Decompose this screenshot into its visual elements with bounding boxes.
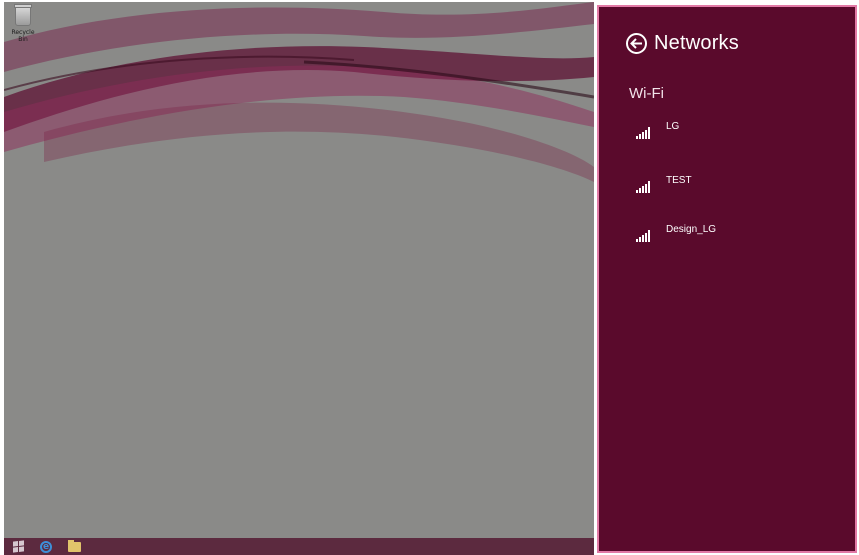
wallpaper-swirls: [4, 2, 594, 182]
recycle-bin-icon: [14, 4, 32, 26]
desktop: Recycle Bin: [4, 2, 594, 538]
internet-explorer-icon: e: [40, 540, 52, 553]
start-button[interactable]: [4, 538, 32, 555]
network-name: LG: [666, 121, 680, 132]
panel-title: Networks: [654, 32, 739, 54]
wifi-signal-icon: [636, 230, 653, 242]
panel-header: Networks: [626, 32, 739, 55]
network-name: TEST: [666, 175, 692, 186]
internet-explorer-button[interactable]: e: [32, 538, 60, 555]
networks-panel: Networks Wi-Fi LG TEST Design_LG: [597, 5, 857, 553]
windows-logo-icon: [12, 540, 24, 553]
file-explorer-button[interactable]: [60, 538, 88, 555]
network-item-lg[interactable]: LG: [636, 121, 679, 139]
recycle-bin[interactable]: Recycle Bin: [6, 4, 40, 43]
file-explorer-icon: [67, 539, 81, 552]
taskbar: e: [4, 538, 594, 555]
wifi-section-label: Wi-Fi: [629, 85, 664, 102]
recycle-bin-label: Recycle Bin: [11, 29, 35, 43]
network-name: Design_LG: [666, 224, 717, 235]
back-arrow-circle-icon[interactable]: [626, 33, 647, 54]
network-item-design-lg[interactable]: Design_LG: [636, 224, 716, 242]
network-item-test[interactable]: TEST: [636, 175, 692, 193]
wifi-signal-icon: [636, 127, 653, 139]
wifi-signal-icon: [636, 181, 653, 193]
